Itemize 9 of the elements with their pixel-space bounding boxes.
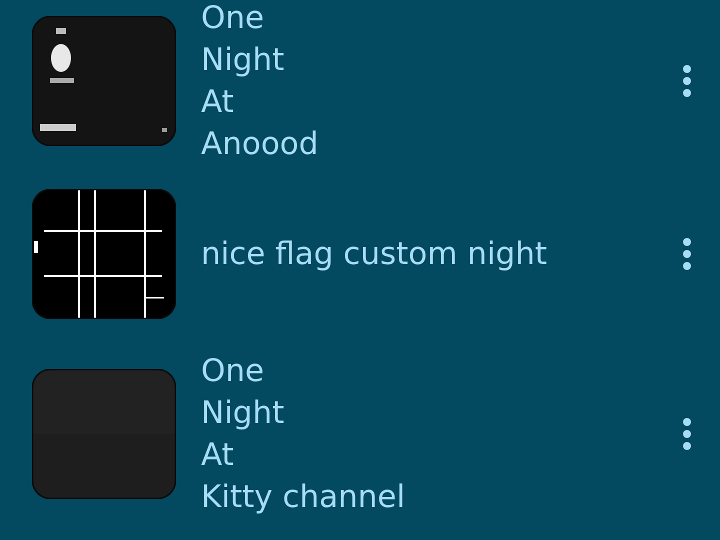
more-options-icon[interactable] [682, 417, 692, 451]
list-item[interactable]: nice flag custom night [0, 164, 720, 344]
item-title: nice flag custom night [201, 235, 548, 274]
list-item[interactable]: One Night At Anoood [0, 0, 720, 164]
more-options-icon[interactable] [682, 64, 692, 98]
more-options-icon[interactable] [682, 237, 692, 271]
item-title: One Night At Anoood [201, 0, 320, 164]
item-title: One Night At Kitty channel [201, 352, 406, 517]
list-item[interactable]: One Night At Kitty channel [0, 344, 720, 524]
